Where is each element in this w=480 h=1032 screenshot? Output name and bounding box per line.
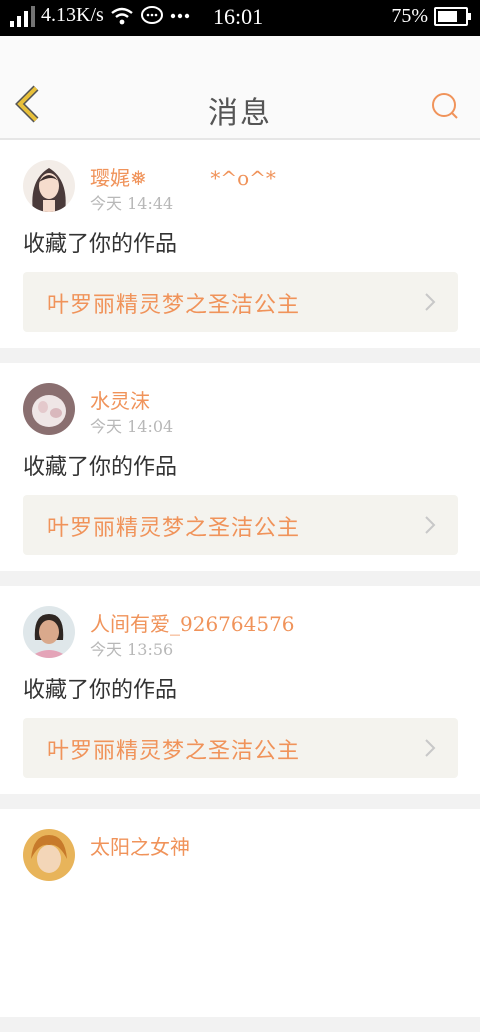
user-name[interactable]: 水灵沫 (90, 385, 150, 414)
status-left: 4.13K/s (10, 4, 190, 27)
wifi-icon (111, 7, 133, 24)
message-card: 璎娓❅ *^o^* 今天 14:44 收藏了你的作品 叶罗丽精灵梦之圣洁公主 (0, 140, 480, 348)
work-link[interactable]: 叶罗丽精灵梦之圣洁公主 (23, 272, 458, 332)
message-time: 今天 13:56 (90, 640, 174, 659)
chevron-right-icon (425, 293, 436, 311)
battery-fill (438, 11, 457, 22)
battery-icon (434, 7, 471, 26)
work-title: 叶罗丽精灵梦之圣洁公主 (47, 516, 301, 541)
work-link[interactable]: 叶罗丽精灵梦之圣洁公主 (23, 495, 458, 555)
avatar[interactable] (23, 606, 75, 658)
status-right: 75% (391, 5, 471, 28)
avatar[interactable] (23, 829, 75, 881)
clock: 16:01 (213, 4, 264, 29)
user-name[interactable]: 璎娓❅ *^o^* (90, 162, 276, 191)
avatar[interactable] (23, 383, 75, 435)
search-icon[interactable] (430, 91, 460, 121)
chevron-right-icon (425, 516, 436, 534)
network-speed: 4.13K/s (41, 4, 104, 26)
work-link[interactable]: 叶罗丽精灵梦之圣洁公主 (23, 718, 458, 778)
message-card: 人间有爱_926764576 今天 13:56 收藏了你的作品 叶罗丽精灵梦之圣… (0, 586, 480, 794)
chevron-right-icon (425, 739, 436, 757)
signal-icon (10, 5, 35, 27)
page-title: 消息 (208, 96, 272, 131)
message-time: 今天 14:04 (90, 417, 174, 436)
action-text: 收藏了你的作品 (23, 678, 178, 703)
message-card: 水灵沫 今天 14:04 收藏了你的作品 叶罗丽精灵梦之圣洁公主 (0, 363, 480, 571)
message-list: 璎娓❅ *^o^* 今天 14:44 收藏了你的作品 叶罗丽精灵梦之圣洁公主 水… (0, 140, 480, 1032)
user-name[interactable]: 太阳之女神 (90, 831, 190, 860)
more-notifications-icon (170, 13, 189, 18)
message-card: 太阳之女神 (0, 809, 480, 1017)
work-title: 叶罗丽精灵梦之圣洁公主 (47, 293, 301, 318)
message-time: 今天 14:44 (90, 194, 174, 213)
status-bar: 4.13K/s 16:01 75% (0, 0, 480, 36)
work-title: 叶罗丽精灵梦之圣洁公主 (47, 739, 301, 764)
battery-percent: 75% (391, 5, 428, 27)
avatar[interactable] (23, 160, 75, 212)
action-text: 收藏了你的作品 (23, 232, 178, 257)
action-text: 收藏了你的作品 (23, 455, 178, 480)
user-name[interactable]: 人间有爱_926764576 (90, 608, 295, 637)
top-bar: 消息 (0, 36, 480, 140)
message-icon (140, 5, 163, 24)
